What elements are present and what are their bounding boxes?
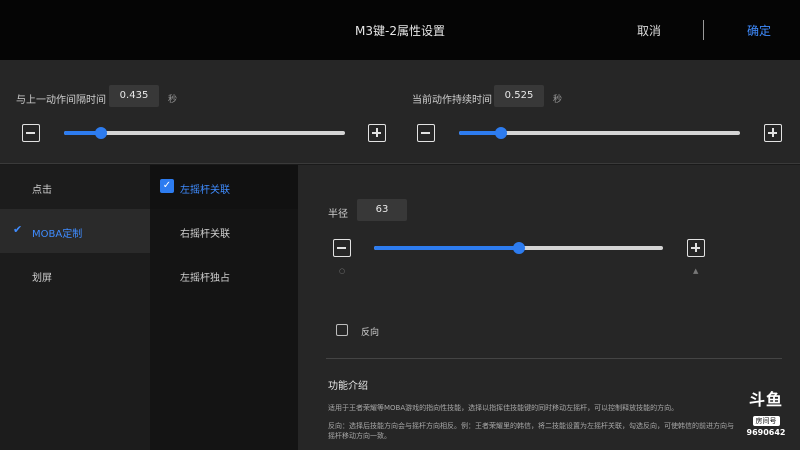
option-left-stick-linked[interactable]: ✓ 左摇杆关联 bbox=[150, 165, 298, 209]
nav-item-label: 划屏 bbox=[32, 273, 52, 284]
interval-label: 与上一动作间隔时间 bbox=[16, 95, 106, 106]
intro-title: 功能介绍 bbox=[328, 381, 368, 392]
interval-slider-thumb[interactable] bbox=[94, 127, 107, 139]
option-left-stick-exclusive[interactable]: 左摇杆独占 bbox=[150, 253, 298, 297]
checkmark-icon: ✔ bbox=[13, 223, 23, 236]
duration-label: 当前动作持续时间 bbox=[412, 95, 492, 106]
option-label: 左摇杆关联 bbox=[180, 185, 230, 196]
duration-slider-thumb[interactable] bbox=[495, 127, 508, 139]
duration-unit: 秒 bbox=[553, 95, 563, 105]
radius-label: 半径 bbox=[328, 209, 348, 220]
douyu-logo: 斗鱼 bbox=[748, 390, 783, 409]
title-bar: M3键-2属性设置 取消 确定 bbox=[0, 0, 800, 60]
joystick-options: ✓ 左摇杆关联 右摇杆关联 左摇杆独占 bbox=[150, 165, 298, 450]
room-number: 9690642 bbox=[746, 428, 786, 437]
radius-value-field[interactable]: 63 bbox=[357, 199, 407, 221]
duration-increase-button[interactable] bbox=[764, 124, 782, 142]
header-divider bbox=[703, 20, 704, 40]
settings-panel: 半径 63 ○ ▲ 反向 功能介绍 适用于王者荣耀等MOBA游戏的指向性技能，选… bbox=[298, 165, 800, 450]
intro-text-1: 适用于王者荣耀等MOBA游戏的指向性技能，选择以指挥佳技能键的同时移动左摇杆，可… bbox=[328, 404, 679, 412]
nav-item-label: 点击 bbox=[32, 185, 52, 196]
nav-item-label: MOBA定制 bbox=[32, 229, 83, 240]
section-divider bbox=[326, 358, 782, 359]
plus-hint-icon: ▲ bbox=[693, 267, 699, 275]
option-right-stick-linked[interactable]: 右摇杆关联 bbox=[150, 209, 298, 253]
radius-slider[interactable] bbox=[374, 242, 663, 254]
intro-text-2: 反向：选择后技能方向会与摇杆方向相反。例：王者荣耀里的韩信，将二技能设置为左摇杆… bbox=[328, 422, 734, 440]
interval-slider[interactable] bbox=[64, 127, 345, 139]
duration-slider[interactable] bbox=[459, 127, 740, 139]
radius-slider-fill bbox=[374, 246, 519, 250]
reverse-label: 反向 bbox=[361, 328, 380, 338]
radius-slider-thumb[interactable] bbox=[512, 242, 525, 254]
interval-increase-button[interactable] bbox=[368, 124, 386, 142]
checkbox-checked-icon[interactable]: ✓ bbox=[160, 179, 174, 193]
nav-item-click[interactable]: 点击 bbox=[0, 165, 150, 209]
timing-settings: 与上一动作间隔时间 0.435 秒 当前动作持续时间 0.525 秒 bbox=[0, 60, 800, 164]
duration-value-field[interactable]: 0.525 bbox=[494, 85, 544, 107]
radius-increase-button[interactable] bbox=[687, 239, 705, 257]
interval-value-field[interactable]: 0.435 bbox=[109, 85, 159, 107]
reverse-checkbox[interactable] bbox=[336, 324, 348, 336]
duration-decrease-button[interactable] bbox=[417, 124, 435, 142]
nav-item-swipe[interactable]: 划屏 bbox=[0, 253, 150, 297]
interval-unit: 秒 bbox=[168, 95, 178, 105]
cancel-button[interactable]: 取消 bbox=[637, 22, 661, 39]
confirm-button[interactable]: 确定 bbox=[747, 22, 771, 39]
douyu-watermark: 斗鱼 房间号 9690642 bbox=[742, 390, 790, 438]
option-label: 右摇杆关联 bbox=[180, 229, 230, 240]
option-label: 左摇杆独占 bbox=[180, 273, 230, 284]
room-label: 房间号 bbox=[752, 416, 780, 426]
minus-hint-icon: ○ bbox=[339, 267, 346, 275]
mode-nav: 点击 ✔ MOBA定制 划屏 bbox=[0, 165, 150, 450]
nav-item-moba[interactable]: ✔ MOBA定制 bbox=[0, 209, 150, 253]
page-title: M3键-2属性设置 bbox=[355, 24, 445, 38]
interval-decrease-button[interactable] bbox=[22, 124, 40, 142]
radius-decrease-button[interactable] bbox=[333, 239, 351, 257]
